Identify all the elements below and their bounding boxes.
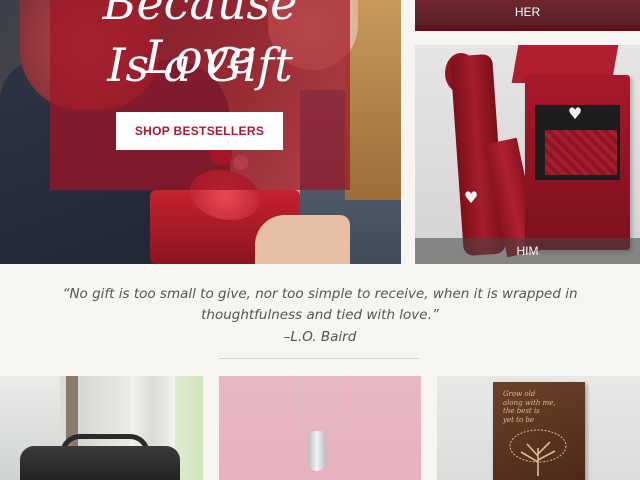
him-tile-boxed-tie [545, 130, 617, 175]
gifts-for-him-tile[interactable]: ♥ ♥ HIM [415, 45, 640, 264]
product-tile-plaque[interactable]: Grow old along with me, the best is yet … [437, 376, 640, 480]
necklace-chain [299, 376, 339, 438]
heart-icon: ♥ [567, 104, 583, 123]
divider [219, 358, 419, 359]
hero-photo-hand [255, 215, 350, 264]
shop-bestsellers-button[interactable]: SHOP BESTSELLERS [116, 112, 283, 150]
quote-text: “No gift is too small to give, nor too s… [62, 286, 578, 323]
gifts-for-her-tile[interactable]: HER [415, 0, 640, 31]
hero-title-line2: Is a Gift [107, 38, 293, 92]
bag-photo [20, 446, 180, 480]
product-tile-necklace[interactable] [219, 376, 421, 480]
necklace-pendant [308, 431, 326, 471]
product-tile-bag[interactable] [0, 376, 203, 480]
hero-banner[interactable]: Because Love Is a Gift SHOP BESTSELLERS [0, 0, 401, 264]
him-tile-label: HIM [415, 238, 640, 264]
her-tile-label: HER [415, 0, 640, 25]
quote-author: –L.O. Baird [283, 329, 357, 345]
plaque-engraving: Grow old along with me, the best is yet … [503, 390, 556, 424]
heart-icon: ♥ [463, 188, 479, 207]
tree-icon [509, 429, 567, 476]
